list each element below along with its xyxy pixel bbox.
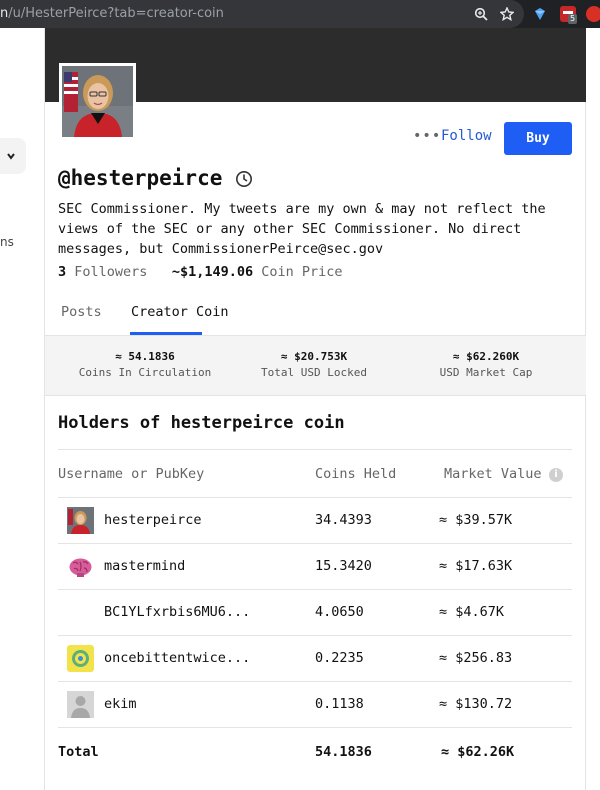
profile-stats: 3 Followers ~$1,149.06 Coin Price bbox=[58, 264, 343, 280]
table-row[interactable]: hesterpeirce 34.4393 ≈ $39.57K bbox=[58, 497, 572, 543]
more-dots-icon[interactable]: ••• bbox=[413, 128, 441, 144]
brain-icon bbox=[67, 553, 94, 580]
profile-handle: @hesterpeirce bbox=[58, 166, 223, 190]
table-row[interactable]: ekim 0.1138 ≈ $130.72 bbox=[58, 681, 572, 727]
usd-market-cap: ≈ $62.260K USD Market Cap bbox=[411, 350, 561, 379]
coin-summary: ≈ 54.1836 Coins In Circulation ≈ $20.753… bbox=[45, 336, 586, 396]
column-header-username[interactable]: Username or PubKey bbox=[58, 466, 204, 482]
total-usd-locked-label: Total USD Locked bbox=[261, 366, 367, 379]
coin-price: ~$1,149.06 bbox=[171, 264, 254, 280]
extension-badge: 5 bbox=[568, 14, 578, 24]
table-row[interactable]: BC1YLfxrbis6MU6... 4.0650 ≈ $4.67K bbox=[58, 589, 572, 635]
holder-market-value: ≈ $130.72 bbox=[439, 696, 513, 712]
gem-icon[interactable] bbox=[532, 6, 548, 22]
table-header: Username or PubKey Coins Held Market Val… bbox=[58, 466, 572, 486]
table-row[interactable]: oncebittentwice... 0.2235 ≈ $256.83 bbox=[58, 635, 572, 681]
info-icon[interactable]: i bbox=[549, 468, 563, 482]
table-total-row: Total 54.1836 ≈ $62.26K bbox=[58, 727, 572, 775]
chevron-down-icon[interactable] bbox=[0, 138, 26, 174]
follow-button[interactable]: Follow bbox=[441, 128, 492, 144]
seal-icon bbox=[67, 645, 94, 672]
sidebar: ns bbox=[0, 28, 44, 790]
browser-toolbar: n/u/HesterPeirce?tab=creator-coin 5 bbox=[0, 0, 600, 28]
usd-market-cap-label: USD Market Cap bbox=[439, 366, 533, 379]
tab-posts[interactable]: Posts bbox=[61, 304, 102, 320]
column-header-market-value[interactable]: Market Value bbox=[444, 466, 542, 482]
star-icon[interactable] bbox=[498, 5, 516, 23]
followers-label[interactable]: Followers bbox=[74, 264, 147, 280]
sidebar-item-label[interactable]: ns bbox=[0, 235, 14, 249]
address-url[interactable]: n/u/HesterPeirce?tab=creator-coin bbox=[0, 6, 224, 21]
total-market-value: ≈ $62.26K bbox=[441, 744, 515, 760]
holders-title: Holders of hesterpeirce coin bbox=[58, 413, 345, 433]
address-bar[interactable]: n/u/HesterPeirce?tab=creator-coin bbox=[0, 0, 524, 28]
extension-icon[interactable] bbox=[586, 6, 600, 22]
holder-market-value: ≈ $4.67K bbox=[439, 604, 505, 620]
active-tab-indicator bbox=[130, 332, 202, 335]
holder-username[interactable]: oncebittentwice... bbox=[104, 650, 250, 666]
profile-tabs: Posts Creator Coin bbox=[45, 294, 586, 336]
holder-market-value: ≈ $39.57K bbox=[439, 512, 513, 528]
profile-page: ••• Follow Buy @hesterpeirce SEC Commiss… bbox=[44, 28, 586, 790]
coins-in-circulation: ≈ 54.1836 Coins In Circulation bbox=[70, 350, 220, 379]
profile-bio: SEC Commissioner. My tweets are my own &… bbox=[58, 201, 546, 257]
usd-market-cap-value: ≈ $62.260K bbox=[452, 350, 520, 363]
buy-button[interactable]: Buy bbox=[504, 122, 572, 155]
avatar bbox=[59, 63, 136, 140]
zoom-icon[interactable] bbox=[472, 5, 490, 23]
holder-coins: 15.3420 bbox=[315, 558, 372, 574]
tab-creator-coin[interactable]: Creator Coin bbox=[131, 304, 229, 320]
holder-username[interactable]: mastermind bbox=[104, 558, 185, 574]
total-label: Total bbox=[58, 744, 99, 760]
holder-username[interactable]: BC1YLfxrbis6MU6... bbox=[104, 604, 250, 620]
default-avatar-icon bbox=[67, 691, 94, 718]
avatar bbox=[67, 507, 94, 534]
holder-market-value: ≈ $17.63K bbox=[439, 558, 513, 574]
total-usd-locked-value: ≈ $20.753K bbox=[280, 350, 348, 363]
coin-price-label: Coin Price bbox=[261, 264, 343, 280]
divider bbox=[58, 449, 572, 450]
clock-icon[interactable] bbox=[235, 170, 253, 188]
total-coins: 54.1836 bbox=[315, 744, 372, 760]
coins-in-circulation-label: Coins In Circulation bbox=[78, 366, 212, 379]
holder-username[interactable]: ekim bbox=[104, 696, 137, 712]
holder-coins: 0.2235 bbox=[315, 650, 364, 666]
table-row[interactable]: mastermind 15.3420 ≈ $17.63K bbox=[58, 543, 572, 589]
column-header-coins[interactable]: Coins Held bbox=[315, 466, 396, 482]
holder-coins: 4.0650 bbox=[315, 604, 364, 620]
holder-market-value: ≈ $256.83 bbox=[439, 650, 513, 666]
coins-in-circulation-value: ≈ 54.1836 bbox=[115, 350, 175, 363]
holder-coins: 0.1138 bbox=[315, 696, 364, 712]
holder-username[interactable]: hesterpeirce bbox=[104, 512, 202, 528]
followers-count: 3 bbox=[58, 264, 67, 280]
holder-coins: 34.4393 bbox=[315, 512, 372, 528]
total-usd-locked: ≈ $20.753K Total USD Locked bbox=[239, 350, 389, 379]
